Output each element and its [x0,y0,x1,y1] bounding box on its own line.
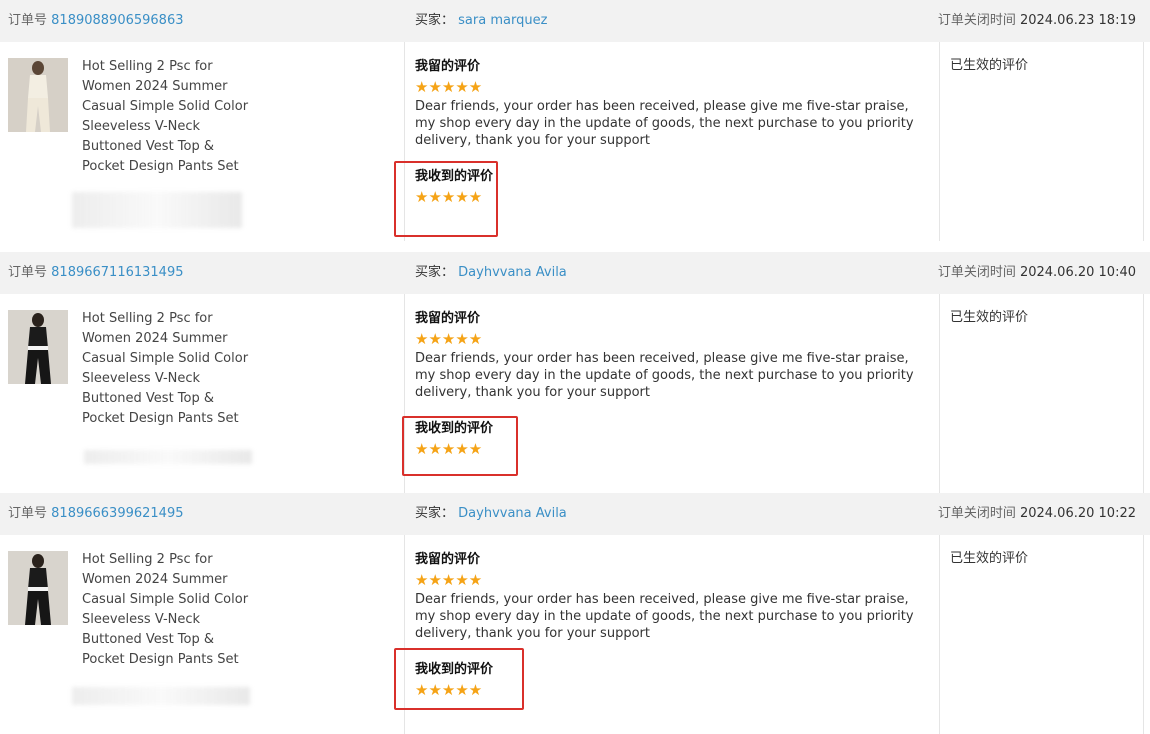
order-number: 订单号 8189088906596863 [8,0,184,42]
my-review-heading: 我留的评价 [415,311,481,326]
closed-time-label: 订单关闭时间 [937,506,1016,521]
order-closed-time: 订单关闭时间 2024.06.20 10:22 [938,493,1136,535]
my-review-stars: ★★★★★ [415,78,483,96]
order-body: Hot Selling 2 Psc for Women 2024 Summer … [0,42,1150,241]
buyer-name-link[interactable]: sara marquez [458,13,547,28]
my-review: 我留的评价 ★★★★★ Dear friends, your order has… [415,58,927,149]
received-review: 我收到的评价 ★★★★★ [415,661,493,699]
my-review-text: Dear friends, your order has been receiv… [415,592,914,641]
buyer-info: 买家： Dayhvvana Avila [415,252,567,294]
my-review-text: Dear friends, your order has been receiv… [415,351,914,400]
closed-time-label: 订单关闭时间 [937,13,1016,28]
received-review-stars: ★★★★★ [415,681,483,699]
order-number-link[interactable]: 8189666399621495 [51,506,183,521]
buyer-info: 买家： Dayhvvana Avila [415,493,567,535]
review-status: 已生效的评价 [950,310,1029,325]
blurred-sku-info [72,192,242,228]
order-number-label: 订单号 [8,13,48,28]
buyer-label: 买家： [415,506,455,521]
received-review: 我收到的评价 ★★★★★ [415,168,493,206]
received-review-stars: ★★★★★ [415,188,483,206]
product-title-link[interactable]: Hot Selling 2 Psc for Women 2024 Summer … [82,550,272,670]
blurred-sku-info [72,687,250,705]
received-review: 我收到的评价 ★★★★★ [415,420,493,458]
my-review-stars: ★★★★★ [415,571,483,589]
order-number-label: 订单号 [8,506,48,521]
order-number: 订单号 8189666399621495 [8,493,184,535]
closed-time-value: 2024.06.23 18:19 [1019,13,1136,28]
product-title-link[interactable]: Hot Selling 2 Psc for Women 2024 Summer … [82,309,272,429]
column-divider [1143,42,1144,241]
product-title-link[interactable]: Hot Selling 2 Psc for Women 2024 Summer … [82,57,272,177]
column-divider [939,42,940,241]
buyer-name-link[interactable]: Dayhvvana Avila [458,506,567,521]
received-review-heading: 我收到的评价 [415,421,494,436]
product-image[interactable] [8,58,68,132]
column-divider [939,294,940,493]
order-body: Hot Selling 2 Psc for Women 2024 Summer … [0,535,1150,734]
received-review-stars: ★★★★★ [415,440,483,458]
my-review-text: Dear friends, your order has been receiv… [415,99,914,148]
my-review: 我留的评价 ★★★★★ Dear friends, your order has… [415,310,927,401]
buyer-name-link[interactable]: Dayhvvana Avila [458,265,567,280]
column-divider [1143,535,1144,734]
column-divider [1143,294,1144,493]
order-card: 订单号 8189666399621495 买家： Dayhvvana Avila… [0,493,1150,734]
blurred-sku-info [84,450,252,464]
closed-time-value: 2024.06.20 10:22 [1019,506,1136,521]
order-card: 订单号 8189088906596863 买家： sara marquez 订单… [0,0,1150,241]
order-number-link[interactable]: 8189667116131495 [51,265,183,280]
my-review: 我留的评价 ★★★★★ Dear friends, your order has… [415,551,927,642]
my-review-heading: 我留的评价 [415,552,481,567]
order-header: 订单号 8189666399621495 买家： Dayhvvana Avila… [0,493,1150,535]
order-header: 订单号 8189667116131495 买家： Dayhvvana Avila… [0,252,1150,294]
order-card: 订单号 8189667116131495 买家： Dayhvvana Avila… [0,252,1150,493]
closed-time-label: 订单关闭时间 [937,265,1016,280]
order-number-label: 订单号 [8,265,48,280]
order-closed-time: 订单关闭时间 2024.06.20 10:40 [938,252,1136,294]
received-review-heading: 我收到的评价 [415,169,494,184]
order-body: Hot Selling 2 Psc for Women 2024 Summer … [0,294,1150,493]
order-number-link[interactable]: 8189088906596863 [51,13,183,28]
buyer-label: 买家： [415,13,455,28]
review-status: 已生效的评价 [950,551,1029,566]
buyer-label: 买家： [415,265,455,280]
received-review-heading: 我收到的评价 [415,662,494,677]
closed-time-value: 2024.06.20 10:40 [1019,265,1136,280]
my-review-heading: 我留的评价 [415,59,481,74]
product-image[interactable] [8,551,68,625]
order-review-list: 订单号 8189088906596863 买家： sara marquez 订单… [0,0,1150,734]
order-closed-time: 订单关闭时间 2024.06.23 18:19 [938,0,1136,42]
order-header: 订单号 8189088906596863 买家： sara marquez 订单… [0,0,1150,42]
order-number: 订单号 8189667116131495 [8,252,184,294]
product-image[interactable] [8,310,68,384]
review-status: 已生效的评价 [950,58,1029,73]
buyer-info: 买家： sara marquez [415,0,547,42]
my-review-stars: ★★★★★ [415,330,483,348]
column-divider [939,535,940,734]
